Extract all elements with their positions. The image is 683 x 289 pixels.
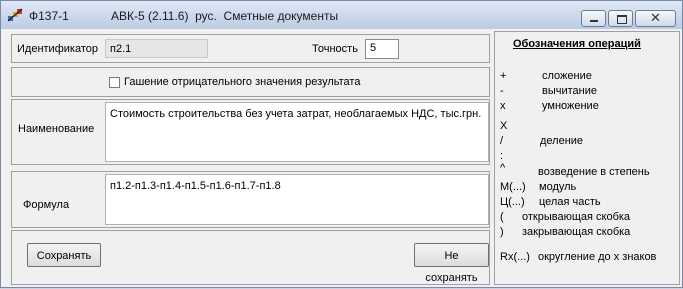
precision-field[interactable]: 5 xyxy=(365,39,399,59)
title-bar[interactable]: Ф137-1 АВК-5 (2.11.6) рус. Сметные докум… xyxy=(1,1,682,29)
app-logo-icon xyxy=(7,8,23,22)
save-button[interactable]: Сохранять xyxy=(27,243,101,267)
name-panel: Наименование Стоимость строительства без… xyxy=(11,99,490,165)
minimize-icon xyxy=(590,20,598,22)
close-button[interactable]: ✕ xyxy=(635,10,676,27)
negation-checkbox-label[interactable]: Гашение отрицательного значения результа… xyxy=(124,76,360,88)
negation-panel: Гашение отрицательного значения результа… xyxy=(11,67,490,97)
minimize-button[interactable] xyxy=(581,10,606,27)
operations-legend-panel: Обозначения операций + сложение - вычитани… xyxy=(494,31,680,285)
maximize-button[interactable] xyxy=(608,10,633,27)
name-textarea[interactable]: Стоимость строительства без учета затрат… xyxy=(105,102,489,162)
formula-textarea[interactable]: п1.2-п1.3-п1.4-п1.5-п1.6-п1.7-п1.8 xyxy=(105,174,489,225)
name-label: Наименование xyxy=(18,123,95,135)
maximize-icon xyxy=(617,15,627,24)
dont-save-button[interactable]: Не сохранять xyxy=(414,243,489,284)
formula-panel: Формула п1.2-п1.3-п1.4-п1.5-п1.6-п1.7-п1… xyxy=(11,171,490,228)
window-title: АВК-5 (2.11.6) рус. Сметные документы xyxy=(111,9,339,23)
formula-label: Формула xyxy=(23,199,70,211)
buttons-panel: Сохранять Не сохранять xyxy=(11,230,490,285)
identifier-panel: Идентификатор п2.1 Точность 5 xyxy=(11,34,490,63)
app-code: Ф137-1 xyxy=(29,9,69,23)
legend-title: Обозначения операций xyxy=(513,38,641,50)
negation-checkbox[interactable] xyxy=(109,77,120,88)
precision-label: Точность xyxy=(312,43,358,55)
close-icon: ✕ xyxy=(650,11,661,26)
formula-editor-window: Ф137-1 АВК-5 (2.11.6) рус. Сметные докум… xyxy=(0,0,683,288)
identifier-label: Идентификатор xyxy=(17,43,98,55)
identifier-field[interactable]: п2.1 xyxy=(105,39,208,58)
